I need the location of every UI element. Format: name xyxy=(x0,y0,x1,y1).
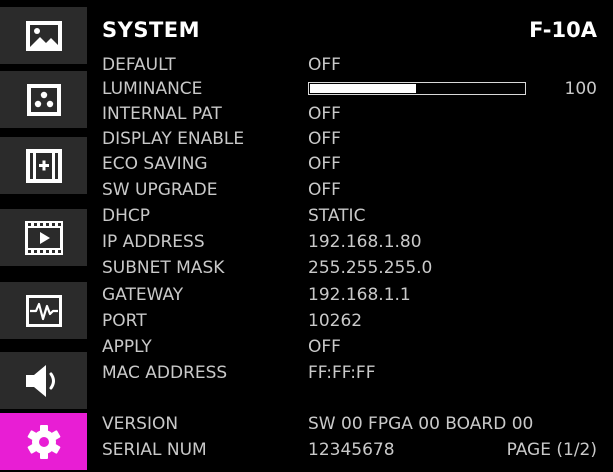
film-play-icon xyxy=(24,220,63,255)
menu-label: APPLY xyxy=(102,337,152,357)
menu-value[interactable]: OFF xyxy=(308,152,341,176)
menu-value[interactable]: 192.168.1.80 xyxy=(308,230,422,254)
menu-row-eco-saving[interactable]: ECO SAVING OFF xyxy=(102,152,597,176)
menu-value[interactable]: 10262 xyxy=(308,309,362,333)
sidebar-item-sound[interactable] xyxy=(0,352,87,409)
sidebar-menu xyxy=(0,0,87,472)
menu-label: GATEWAY xyxy=(102,285,184,305)
pattern-dots-icon xyxy=(26,83,61,116)
menu-row-sw-upgrade[interactable]: SW UPGRADE OFF xyxy=(102,178,597,202)
luminance-slider[interactable] xyxy=(308,82,526,95)
menu-row-internal-pat[interactable]: INTERNAL PAT OFF xyxy=(102,102,597,126)
menu-row-mac-address: MAC ADDRESS FF:FF:FF xyxy=(102,361,597,385)
menu-label: IP ADDRESS xyxy=(102,232,205,252)
menu-label: SERIAL NUM xyxy=(102,440,207,460)
menu-row-subnet-mask[interactable]: SUBNET MASK 255.255.255.0 xyxy=(102,256,597,280)
menu-row-port[interactable]: PORT 10262 xyxy=(102,309,597,333)
menu-row-apply[interactable]: APPLY OFF xyxy=(102,335,597,359)
plus-frame-icon xyxy=(25,148,62,183)
menu-label: DEFAULT xyxy=(102,55,176,75)
waveform-icon xyxy=(25,294,62,327)
luminance-value: 100 xyxy=(564,79,597,99)
menu-row-serial-num: SERIAL NUM 12345678 PAGE (1/2) xyxy=(102,438,597,462)
picture-icon xyxy=(25,20,62,51)
menu-label: SUBNET MASK xyxy=(102,258,225,278)
menu-value[interactable]: OFF xyxy=(308,335,341,359)
gear-icon xyxy=(27,424,60,459)
menu-value: FF:FF:FF xyxy=(308,363,376,383)
menu-row-default[interactable]: DEFAULT OFF xyxy=(102,53,597,77)
menu-row-display-enable[interactable]: DISPLAY ENABLE OFF xyxy=(102,127,597,151)
menu-label: MAC ADDRESS xyxy=(102,363,228,383)
menu-label: VERSION xyxy=(102,414,179,434)
system-menu-panel: SYSTEM F-10A DEFAULT OFF LUMINANCE 100 I… xyxy=(102,0,597,472)
menu-row-luminance[interactable]: LUMINANCE 100 xyxy=(102,77,597,101)
speaker-icon xyxy=(25,364,55,397)
menu-value: 12345678 xyxy=(308,440,395,460)
menu-row-gateway[interactable]: GATEWAY 192.168.1.1 xyxy=(102,283,597,307)
page-indicator: PAGE (1/2) xyxy=(506,440,597,460)
model-name: F-10A xyxy=(529,18,597,42)
menu-value[interactable]: OFF xyxy=(308,102,341,126)
menu-label: LUMINANCE xyxy=(102,79,203,99)
menu-value[interactable]: OFF xyxy=(308,127,341,151)
sidebar-item-pattern[interactable] xyxy=(0,71,87,128)
menu-value[interactable]: 255.255.255.0 xyxy=(308,256,432,280)
menu-value[interactable]: OFF xyxy=(308,178,341,202)
menu-value[interactable]: 192.168.1.1 xyxy=(308,283,411,307)
sidebar-item-system[interactable] xyxy=(0,413,87,470)
luminance-slider-fill xyxy=(310,84,416,93)
sidebar-item-video[interactable] xyxy=(0,209,87,266)
menu-row-ip-address[interactable]: IP ADDRESS 192.168.1.80 xyxy=(102,230,597,254)
menu-label: INTERNAL PAT xyxy=(102,104,222,124)
menu-value: SW 00 FPGA 00 BOARD 00 xyxy=(308,414,534,434)
menu-row-version: VERSION SW 00 FPGA 00 BOARD 00 xyxy=(102,412,597,436)
sidebar-item-picture[interactable] xyxy=(0,7,87,64)
menu-row-dhcp[interactable]: DHCP STATIC xyxy=(102,204,597,228)
sidebar-item-input[interactable] xyxy=(0,137,87,194)
menu-label: DHCP xyxy=(102,206,150,226)
menu-label: DISPLAY ENABLE xyxy=(102,129,245,149)
menu-label: SW UPGRADE xyxy=(102,180,218,200)
page-title: SYSTEM xyxy=(102,18,201,42)
menu-value[interactable]: STATIC xyxy=(308,204,365,228)
menu-value[interactable]: OFF xyxy=(308,53,341,77)
menu-label: ECO SAVING xyxy=(102,154,208,174)
menu-label: PORT xyxy=(102,311,147,331)
sidebar-item-audio-monitor[interactable] xyxy=(0,282,87,339)
